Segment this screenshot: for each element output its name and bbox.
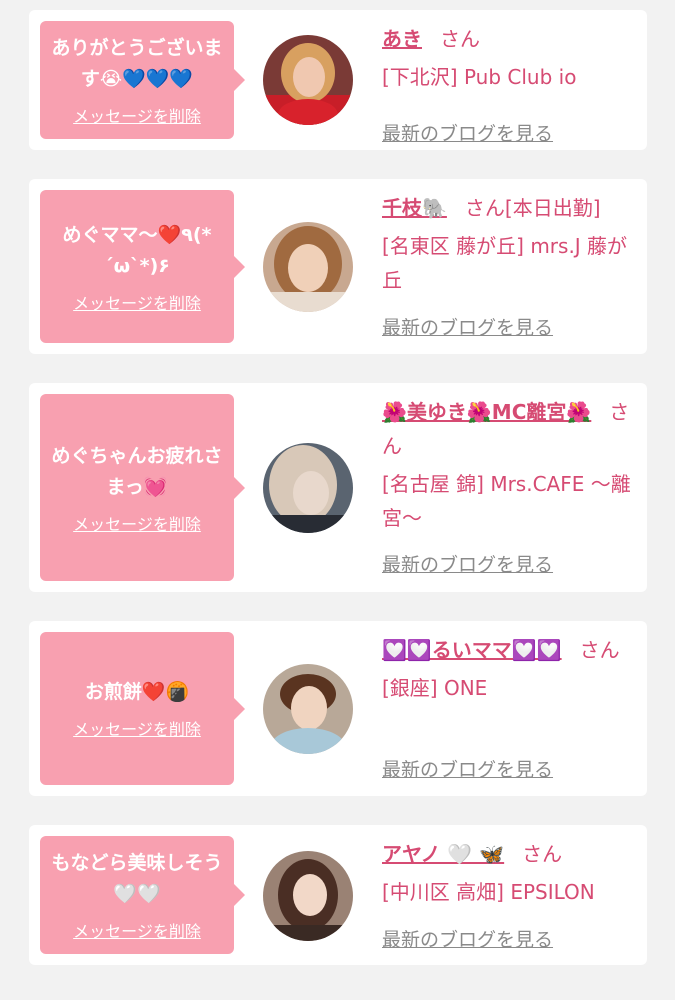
sender-info: アヤノ 🤍 🦋 さん [中川区 高畑] EPSILON 最新のブログを見る (382, 837, 640, 955)
message-bubble: めぐちゃんお疲れさまっ💓 メッセージを削除 (40, 394, 245, 581)
sender-name-line: 🌺美ゆき🌺MC離宮🌺 さん (382, 395, 640, 463)
sender-name-line: あき さん (382, 22, 640, 56)
avatar[interactable] (263, 35, 353, 125)
honorific-label: さん[本日出勤] (464, 196, 601, 220)
message-list: ありがとうございます😭💙💙💙 メッセージを削除 あき さん [下北沢] Pub C… (0, 0, 675, 1000)
honorific-label: さん (522, 842, 563, 866)
shop-label: [名東区 藤が丘] mrs.J 藤が丘 (382, 234, 628, 292)
profile-photo-icon (263, 222, 353, 312)
sender-info: 🌺美ゆき🌺MC離宮🌺 さん [名古屋 錦] Mrs.CAFE 〜離宮〜 最新のブロ… (382, 395, 640, 582)
message-text: めぐママ〜❤️٩(* ´ω`*)۶ (62, 223, 212, 277)
message-card: めぐママ〜❤️٩(* ´ω`*)۶ メッセージを削除 千枝🐘 さん[本日出勤] [… (29, 179, 647, 354)
profile-photo-icon (263, 443, 353, 533)
honorific-label: さん (579, 638, 620, 662)
sender-name-line: アヤノ 🤍 🦋 さん (382, 837, 640, 871)
message-text: もなどら美味しそう🤍🤍 (51, 852, 223, 905)
message-card: お煎餅❤️🍘 メッセージを削除 💟💟るいママ💟💟 さん [銀座] ONE 最新のブ… (29, 621, 647, 796)
shop-label: [下北沢] Pub Club io (382, 65, 577, 89)
delete-message-link[interactable]: メッセージを削除 (73, 515, 201, 535)
honorific-label: さん (440, 27, 480, 51)
shop-label: [銀座] ONE (382, 676, 488, 700)
delete-message-link[interactable]: メッセージを削除 (73, 294, 201, 314)
avatar[interactable] (263, 851, 353, 941)
latest-blog-link[interactable]: 最新のブログを見る (382, 925, 553, 952)
sender-info: 💟💟るいママ💟💟 さん [銀座] ONE 最新のブログを見る (382, 633, 640, 786)
message-text: めぐちゃんお疲れさまっ💓 (51, 444, 223, 498)
latest-blog-link[interactable]: 最新のブログを見る (382, 755, 553, 782)
sender-name-link[interactable]: あき (382, 27, 422, 51)
message-bubble: もなどら美味しそう🤍🤍 メッセージを削除 (40, 836, 245, 954)
message-text: ありがとうございます😭💙💙💙 (51, 37, 223, 90)
message-card: ありがとうございます😭💙💙💙 メッセージを削除 あき さん [下北沢] Pub C… (29, 10, 647, 150)
message-card: めぐちゃんお疲れさまっ💓 メッセージを削除 🌺美ゆき🌺MC離宮🌺 さん [名古屋 … (29, 383, 647, 592)
avatar[interactable] (263, 222, 353, 312)
sender-name-link[interactable]: 💟💟るいママ💟💟 (382, 638, 562, 662)
sender-info: あき さん [下北沢] Pub Club io 最新のブログを見る (382, 22, 640, 145)
avatar[interactable] (263, 443, 353, 533)
delete-message-link[interactable]: メッセージを削除 (73, 720, 201, 740)
sender-info: 千枝🐘 さん[本日出勤] [名東区 藤が丘] mrs.J 藤が丘 最新のブログを見… (382, 191, 640, 344)
message-bubble: めぐママ〜❤️٩(* ´ω`*)۶ メッセージを削除 (40, 190, 245, 343)
latest-blog-link[interactable]: 最新のブログを見る (382, 119, 553, 146)
sender-name-link[interactable]: アヤノ 🤍 🦋 (382, 842, 504, 866)
message-bubble: ありがとうございます😭💙💙💙 メッセージを削除 (40, 21, 245, 139)
message-card: もなどら美味しそう🤍🤍 メッセージを削除 アヤノ 🤍 🦋 さん [中川区 高畑] … (29, 825, 647, 965)
shop-label: [名古屋 錦] Mrs.CAFE 〜離宮〜 (382, 472, 631, 530)
profile-photo-icon (263, 35, 353, 125)
sender-name-link[interactable]: 🌺美ゆき🌺MC離宮🌺 (382, 400, 591, 424)
sender-name-link[interactable]: 千枝🐘 (382, 196, 447, 220)
profile-photo-icon (263, 851, 353, 941)
shop-label: [中川区 高畑] EPSILON (382, 880, 595, 904)
sender-name-line: 💟💟るいママ💟💟 さん (382, 633, 640, 667)
sender-name-line: 千枝🐘 さん[本日出勤] (382, 191, 640, 225)
delete-message-link[interactable]: メッセージを削除 (73, 922, 201, 942)
message-bubble: お煎餅❤️🍘 メッセージを削除 (40, 632, 245, 785)
delete-message-link[interactable]: メッセージを削除 (73, 107, 201, 127)
avatar[interactable] (263, 664, 353, 754)
latest-blog-link[interactable]: 最新のブログを見る (382, 313, 553, 340)
latest-blog-link[interactable]: 最新のブログを見る (382, 550, 553, 577)
profile-photo-icon (263, 664, 353, 754)
message-text: お煎餅❤️🍘 (84, 681, 190, 703)
